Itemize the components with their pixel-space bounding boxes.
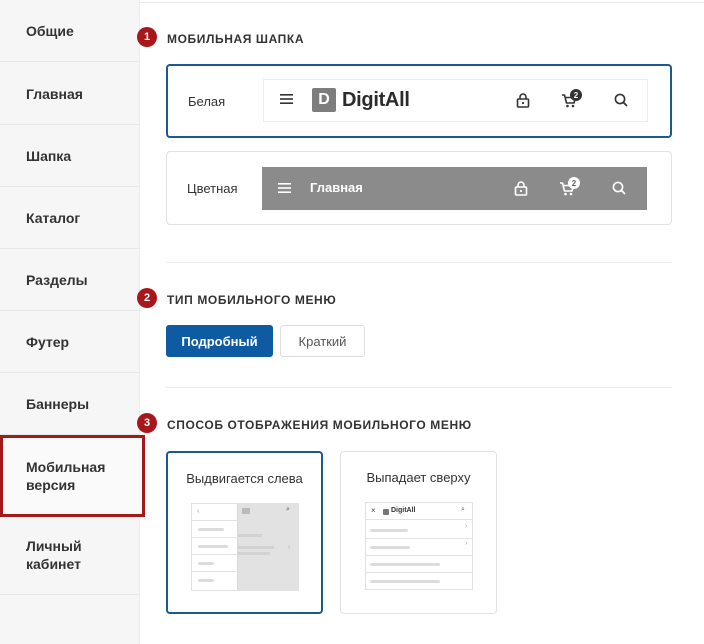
lock-icon	[514, 181, 528, 196]
drop-top-preview: × DigitAll ⌕ › ›	[365, 502, 473, 590]
lock-icon	[516, 93, 530, 108]
close-icon: ×	[371, 506, 376, 515]
cart-icon: 2	[561, 89, 582, 108]
settings-sidebar: Общие Главная Шапка Каталог Разделы Футе…	[0, 0, 145, 644]
sidebar-item-label: Шапка	[26, 147, 72, 164]
top-divider	[140, 0, 704, 3]
header-option-label: Белая	[188, 93, 226, 109]
header-option-label: Цветная	[187, 180, 238, 196]
preview-line	[238, 546, 274, 549]
sidebar-item-label: Баннеры	[26, 395, 90, 412]
back-chevron-icon: ‹	[197, 508, 200, 515]
white-header-preview: D DigitAll 2	[263, 79, 648, 122]
sidebar-item-label: Главная	[26, 85, 83, 102]
preview-line	[370, 546, 410, 549]
menu-type-short-button[interactable]: Краткий	[280, 325, 365, 357]
preview-row	[366, 572, 472, 573]
sidebar-item-mobile[interactable]: Мобильная версия	[0, 435, 145, 517]
preview-logo-text: DigitAll	[391, 507, 416, 514]
cart-count-badge: 2	[570, 89, 582, 101]
preview-line	[370, 563, 440, 566]
header-option-white[interactable]: Белая D DigitAll 2	[166, 64, 672, 138]
preview-line	[370, 580, 440, 583]
search-icon	[614, 93, 628, 107]
preview-row	[366, 519, 472, 520]
section-title-menu-type: ТИП МОБИЛЬНОГО МЕНЮ	[167, 293, 337, 307]
section-title-mobile-header: МОБИЛЬНАЯ ШАПКА	[167, 32, 305, 46]
sidebar-item-catalog[interactable]: Каталог	[0, 187, 140, 249]
preview-line	[198, 579, 214, 582]
step-badge-1: 1	[137, 27, 157, 47]
chevron-right-icon: ›	[288, 544, 291, 551]
sidebar-item-header[interactable]: Шапка	[0, 125, 140, 187]
display-option-label: Выпадает сверху	[366, 470, 471, 485]
cart-count-badge: 2	[568, 177, 580, 189]
menu-type-detailed-button[interactable]: Подробный	[166, 325, 273, 357]
sidebar-item-label: Личный кабинет	[26, 537, 82, 572]
sidebar-item-sections[interactable]: Разделы	[0, 249, 140, 311]
preview-row	[366, 555, 472, 556]
sidebar-item-account[interactable]: Личный кабинет	[0, 515, 140, 595]
header-option-colored[interactable]: Цветная Главная 2	[166, 151, 672, 225]
search-icon	[612, 181, 626, 195]
preview-line	[198, 528, 224, 531]
logo-text: DigitAll	[342, 88, 410, 111]
sidebar-item-label: Каталог	[26, 209, 81, 226]
sidebar-item-footer[interactable]: Футер	[0, 311, 140, 373]
sidebar-item-label: Мобильная версия	[26, 459, 106, 493]
hamburger-icon	[280, 93, 293, 105]
step-badge-2: 2	[137, 288, 157, 308]
preview-line	[198, 545, 228, 548]
preview-row	[366, 538, 472, 539]
preview-row	[192, 571, 238, 572]
preview-logo-mark	[383, 509, 389, 515]
colored-header-preview: Главная 2	[262, 167, 647, 210]
preview-line	[198, 562, 214, 565]
section-divider	[166, 262, 672, 263]
colored-header-title: Главная	[310, 180, 363, 195]
preview-line	[370, 529, 408, 532]
preview-line	[238, 552, 270, 555]
preview-line	[238, 534, 262, 537]
sidebar-item-banners[interactable]: Баннеры	[0, 373, 140, 435]
logo: D DigitAll	[312, 88, 410, 112]
slide-left-preview: ‹ ⌕ ›	[191, 503, 299, 591]
logo-mark: D	[312, 88, 336, 112]
section-title-menu-display: СПОСОБ ОТОБРАЖЕНИЯ МОБИЛЬНОГО МЕНЮ	[167, 418, 472, 432]
sidebar-item-home[interactable]: Главная	[0, 63, 140, 125]
section-divider	[166, 387, 672, 388]
hamburger-icon	[278, 182, 291, 194]
preview-row	[192, 520, 238, 521]
sidebar-item-label: Футер	[26, 333, 70, 350]
sidebar-item-label: Разделы	[26, 271, 88, 288]
preview-side-panel: ‹	[192, 504, 238, 590]
preview-row	[192, 554, 238, 555]
display-option-drop-top[interactable]: Выпадает сверху × DigitAll ⌕ › ›	[340, 451, 497, 614]
display-option-slide-left[interactable]: Выдвигается слева ‹ ⌕ ›	[166, 451, 323, 614]
preview-logo-mark	[242, 508, 250, 514]
step-badge-3: 3	[137, 413, 157, 433]
sidebar-item-general[interactable]: Общие	[0, 0, 140, 62]
cart-icon: 2	[559, 177, 580, 196]
display-option-label: Выдвигается слева	[186, 471, 303, 486]
chevron-right-icon: ›	[465, 540, 468, 547]
sidebar-item-label: Общие	[26, 22, 74, 39]
chevron-right-icon: ›	[465, 523, 468, 530]
preview-row	[192, 537, 238, 538]
search-icon: ⌕	[286, 506, 290, 513]
search-icon: ⌕	[461, 506, 465, 513]
